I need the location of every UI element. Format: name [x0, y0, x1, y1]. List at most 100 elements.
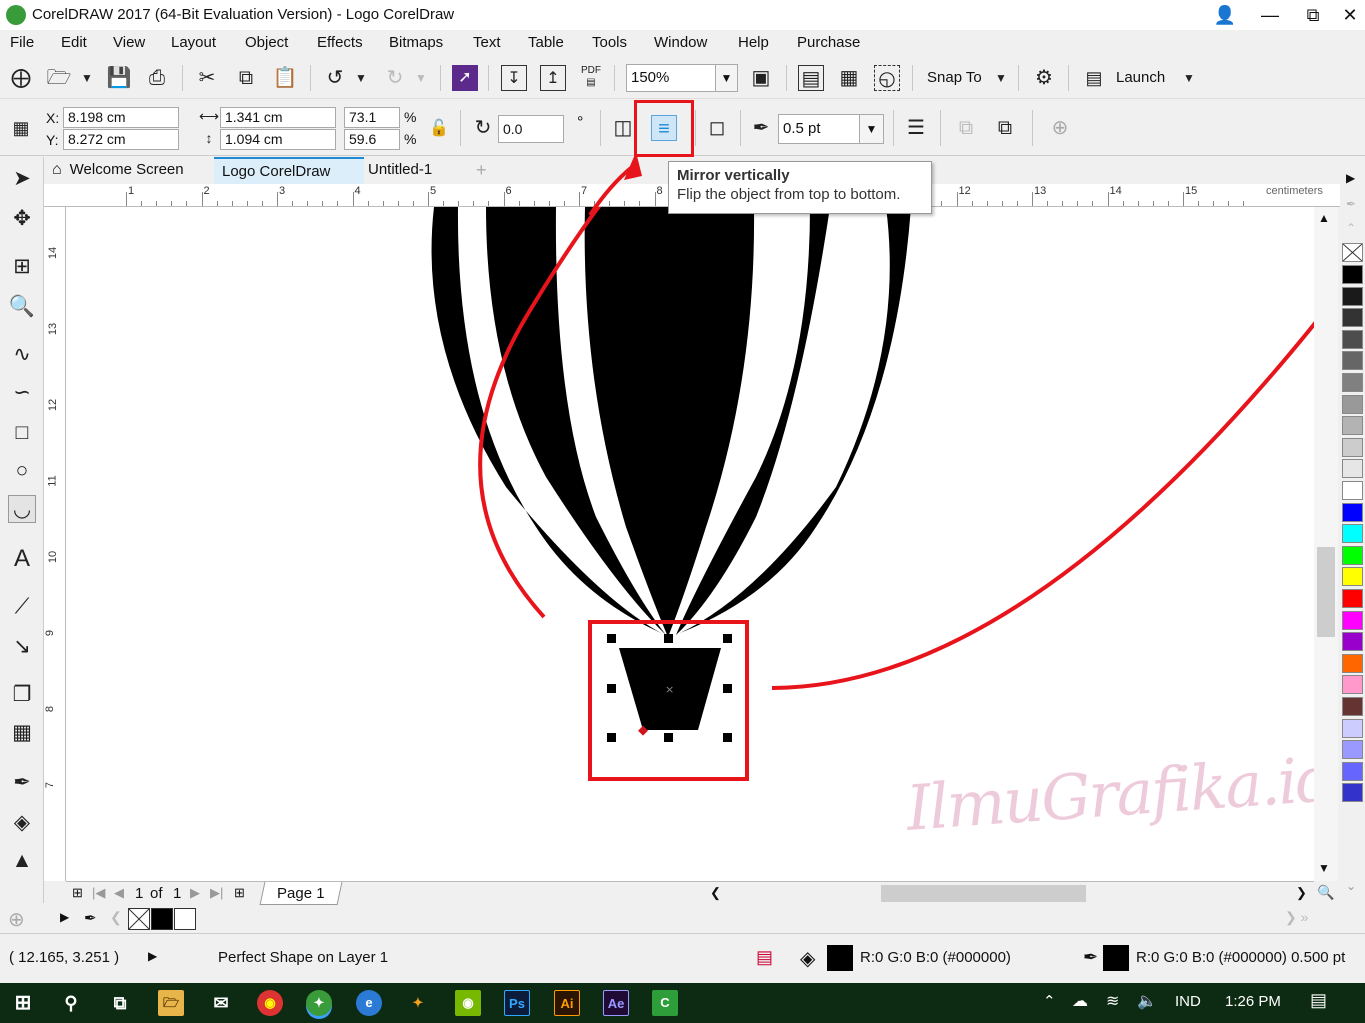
rectangle-tool-icon[interactable]: □ — [8, 419, 36, 447]
palette-swatch[interactable] — [1342, 329, 1363, 349]
dimension-tool-icon[interactable]: ⟋ — [8, 593, 36, 621]
first-page-icon[interactable]: |◀ — [92, 885, 105, 901]
cut-icon[interactable]: ✂ — [194, 65, 220, 91]
menu-effects[interactable]: Effects — [317, 34, 363, 51]
onedrive-icon[interactable]: ☁ — [1072, 991, 1088, 1011]
menu-window[interactable]: Window — [654, 34, 707, 51]
open-folder-icon[interactable]: 🗁 — [46, 65, 72, 91]
nvidia-icon[interactable]: ◉ — [455, 990, 481, 1016]
horizontal-scrollbar[interactable]: ❮ ❯ — [706, 881, 1314, 905]
tab-logo-coreldraw[interactable]: Logo CorelDraw — [214, 157, 364, 184]
palette-swatch[interactable] — [1342, 653, 1363, 673]
save-icon[interactable]: 💾 — [106, 65, 132, 91]
palette-swatch[interactable] — [1342, 308, 1363, 328]
menu-help[interactable]: Help — [738, 34, 769, 51]
close-button[interactable]: ✕ — [1335, 2, 1365, 28]
minimize-button[interactable]: — — [1255, 2, 1285, 28]
palette-swatch[interactable] — [1342, 286, 1363, 306]
snap-dropdown-icon[interactable]: ▼ — [988, 65, 1014, 91]
menu-purchase[interactable]: Purchase — [797, 34, 860, 51]
undo-dropdown-icon[interactable]: ▼ — [348, 65, 374, 91]
status-arrow-icon[interactable]: ▶ — [148, 949, 157, 963]
drop-shadow-tool-icon[interactable]: ❐ — [8, 681, 36, 709]
new-document-icon[interactable]: ⨁ — [8, 65, 34, 91]
search-content-icon[interactable]: ➚ — [452, 65, 478, 91]
search-icon[interactable]: ⚲ — [58, 990, 84, 1016]
palette-swatch[interactable] — [1342, 632, 1363, 652]
palette-swatch[interactable] — [1342, 783, 1363, 803]
doc-black-swatch[interactable] — [151, 908, 173, 930]
task-view-icon[interactable]: ⧉ — [107, 990, 133, 1016]
launch-button[interactable]: Launch — [1116, 69, 1165, 86]
illustrator-icon[interactable]: Ai — [554, 990, 580, 1016]
basic-shapes-tool-icon[interactable]: ◡ — [8, 495, 36, 523]
palette-swatch[interactable] — [1342, 740, 1363, 760]
palette-scroll-down-icon[interactable]: ⌄ — [1346, 879, 1356, 893]
to-back-icon[interactable]: ⧉ — [992, 115, 1018, 141]
vertical-scrollbar[interactable]: ▲ ▼ — [1314, 207, 1338, 881]
show-rulers-icon[interactable]: ▤ — [798, 65, 824, 91]
y-position-field[interactable]: 8.272 cm — [63, 129, 179, 150]
windows-start-icon[interactable]: ⊞ — [10, 990, 36, 1016]
camtasia-icon[interactable]: C — [652, 990, 678, 1016]
lock-ratio-icon[interactable]: 🔓 — [426, 116, 452, 142]
palette-swatch[interactable] — [1342, 373, 1363, 392]
palette-swatch[interactable] — [1342, 610, 1363, 630]
publish-pdf-icon[interactable]: PDF ▤ — [578, 65, 604, 91]
palette-eyedropper-icon[interactable]: ✒ — [1346, 197, 1356, 211]
doc-scroll-left-icon[interactable]: ❮ — [110, 909, 122, 926]
paste-icon[interactable]: 📋 — [272, 65, 298, 91]
crop-tool-icon[interactable]: ⊞ — [8, 253, 36, 281]
export-icon[interactable]: ↥ — [540, 65, 566, 91]
rotation-angle-field[interactable]: 0.0 — [498, 115, 564, 143]
launch-icon[interactable]: ▤ — [1081, 65, 1107, 91]
palette-swatch[interactable] — [1342, 481, 1363, 500]
zoom-level-select[interactable]: 150% ▼ — [626, 64, 738, 92]
interactive-fill-icon[interactable]: ◈ — [8, 809, 36, 837]
palette-swatch[interactable] — [1342, 524, 1363, 544]
menu-text[interactable]: Text — [473, 34, 501, 51]
gear-icon[interactable]: ⚙ — [1031, 65, 1057, 91]
menu-layout[interactable]: Layout — [171, 34, 216, 51]
menu-bitmaps[interactable]: Bitmaps — [389, 34, 443, 51]
wifi-icon[interactable]: ≋ — [1106, 991, 1119, 1011]
text-tool-icon[interactable]: A — [8, 545, 36, 573]
menu-file[interactable]: File — [10, 34, 34, 51]
show-guidelines-icon[interactable]: ◵ — [874, 65, 900, 91]
height-field[interactable]: 1.094 cm — [220, 129, 336, 150]
drawing-canvas[interactable]: × IlmuGrafika.id — [66, 207, 1314, 881]
scroll-thumb[interactable] — [1317, 547, 1335, 637]
text-wrap-icon[interactable]: ☰ — [903, 115, 929, 141]
mirror-horizontally-icon[interactable]: ◫ — [610, 115, 636, 141]
file-explorer-icon[interactable]: 🗁 — [158, 990, 184, 1016]
scroll-thumb[interactable] — [881, 885, 1086, 902]
scroll-right-icon[interactable]: ❯ — [1296, 885, 1307, 901]
after-effects-icon[interactable]: Ae — [603, 990, 629, 1016]
notifications-icon[interactable]: ▤ — [1310, 990, 1327, 1011]
outline-width-select[interactable]: 0.5 pt ▼ — [778, 114, 884, 144]
user-account-icon[interactable]: 👤 — [1210, 2, 1240, 28]
no-color-swatch[interactable] — [1342, 243, 1363, 262]
palette-swatch[interactable] — [1342, 567, 1363, 587]
palette-swatch[interactable] — [1342, 265, 1363, 284]
launch-dropdown-icon[interactable]: ▼ — [1176, 65, 1202, 91]
palette-swatch[interactable] — [1342, 697, 1363, 716]
palette-swatch[interactable] — [1342, 351, 1363, 371]
x-position-field[interactable]: 8.198 cm — [63, 107, 179, 128]
add-color-icon[interactable]: ⊕ — [8, 907, 25, 932]
next-page-icon[interactable]: ▶ — [190, 885, 200, 901]
language-indicator[interactable]: IND — [1175, 993, 1201, 1010]
add-page-before-icon[interactable]: ⊞ — [72, 885, 83, 901]
color-proofing-icon[interactable]: ▤ — [756, 947, 773, 968]
doc-scroll-right-icon[interactable]: ❯ » — [1285, 909, 1308, 926]
palette-swatch[interactable] — [1342, 718, 1363, 738]
zoom-navigator-icon[interactable]: 🔍 — [1317, 884, 1334, 901]
transparency-tool-icon[interactable]: ▦ — [8, 719, 36, 747]
menu-table[interactable]: Table — [528, 34, 564, 51]
palette-swatch[interactable] — [1342, 416, 1363, 436]
shape-tool-icon[interactable]: ✥ — [8, 205, 36, 233]
object-origin-icon[interactable]: ▦ — [8, 115, 34, 141]
scroll-up-icon[interactable]: ▲ — [1318, 211, 1330, 225]
zoom-tool-icon[interactable]: 🔍 — [8, 293, 36, 321]
full-screen-icon[interactable]: ▣ — [748, 65, 774, 91]
